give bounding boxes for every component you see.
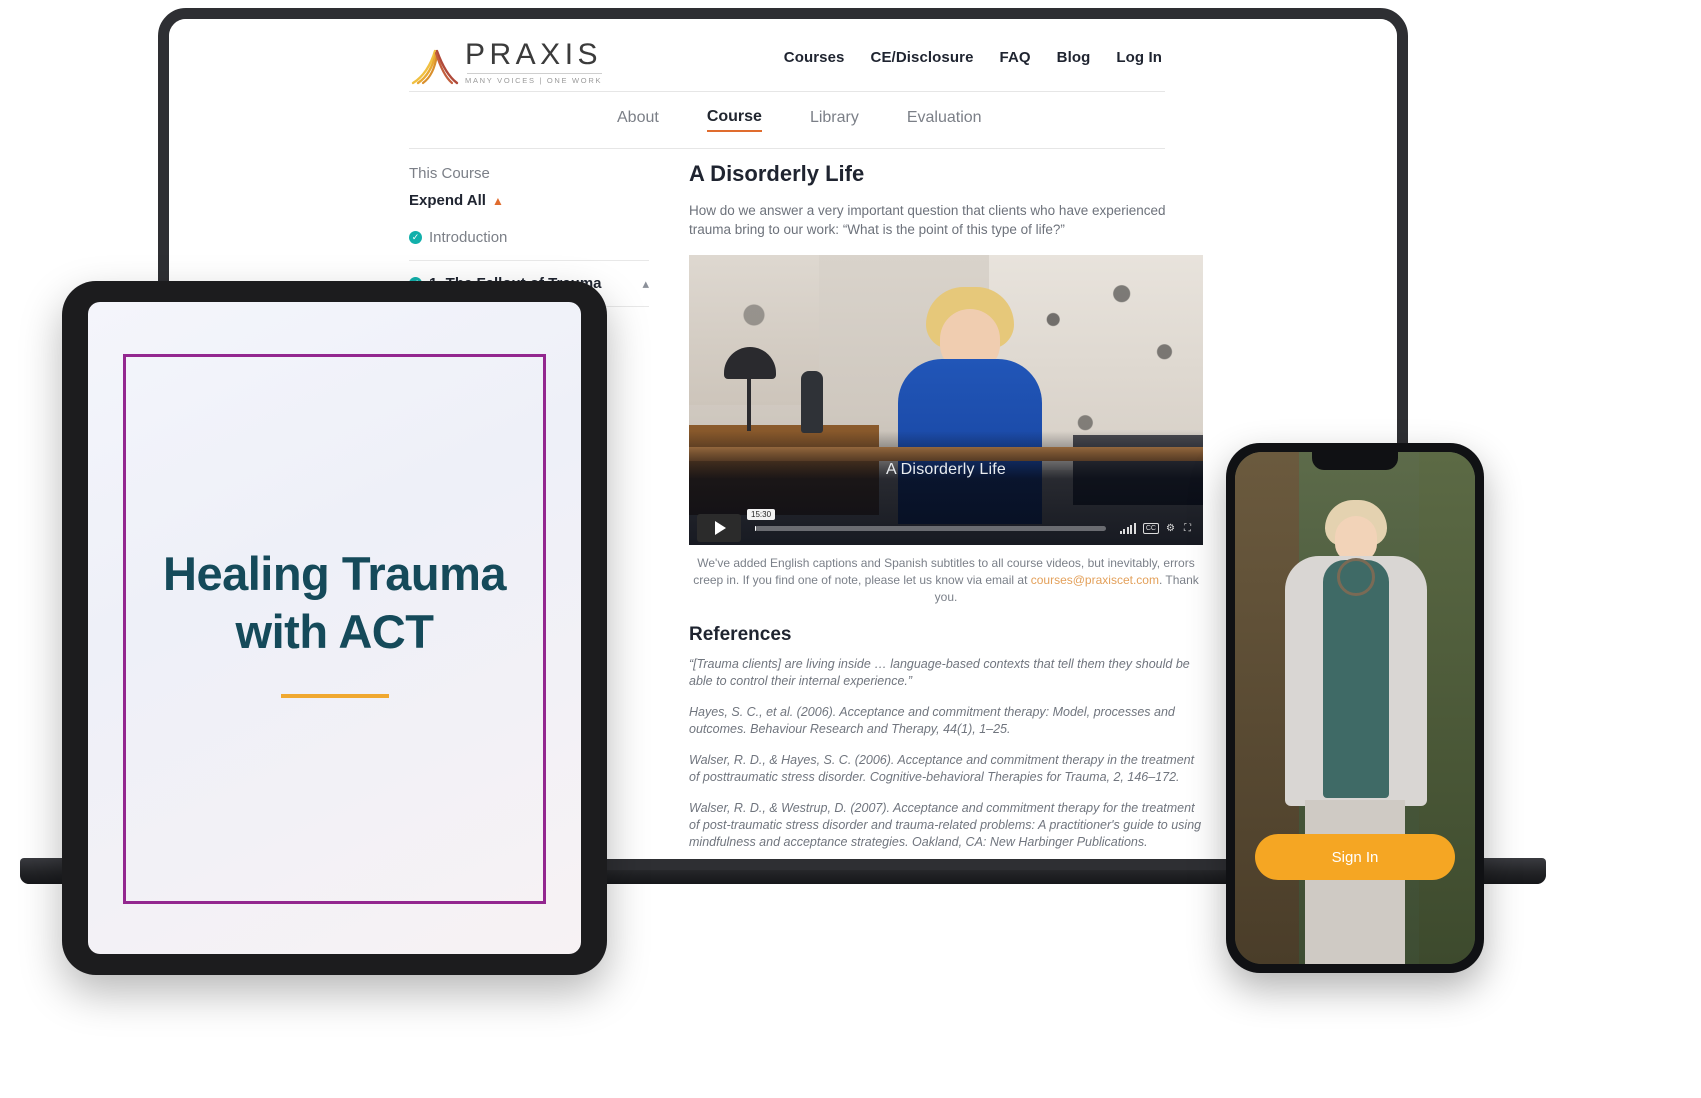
phone-person-pants: [1305, 800, 1405, 964]
check-circle-icon: ✓: [409, 231, 422, 244]
reference-item: Hayes, S. C., et al. (2006). Acceptance …: [689, 705, 1175, 736]
tablet-title-line-2: with ACT: [235, 605, 434, 658]
reference-quote: “[Trauma clients] are living inside … la…: [689, 657, 1190, 688]
fullscreen-icon[interactable]: ⛶: [1184, 523, 1195, 534]
gear-icon[interactable]: ⚙: [1166, 523, 1177, 534]
sidebar-divider: [409, 260, 649, 261]
course-main: A Disorderly Life How do we answer a ver…: [667, 159, 1203, 859]
expand-all-label: Expend All: [409, 192, 486, 209]
primary-nav: Courses CE/Disclosure FAQ Blog Log In: [784, 49, 1162, 66]
tab-evaluation[interactable]: Evaluation: [907, 109, 982, 131]
play-button[interactable]: [697, 514, 741, 542]
course-tabs: About Course Library Evaluation: [409, 92, 1165, 148]
phone-person-necklace: [1337, 558, 1375, 596]
lesson-intro-text: How do we answer a very important questi…: [689, 203, 1166, 237]
nav-item-faq[interactable]: FAQ: [1000, 49, 1031, 66]
tablet-slide-title: Healing Trauma with ACT: [88, 545, 581, 661]
tab-about[interactable]: About: [617, 109, 659, 131]
tablet-title-line-1: Healing Trauma: [163, 547, 507, 600]
tab-course[interactable]: Course: [706, 108, 762, 132]
phone-photo-person: [1271, 500, 1439, 964]
phone-notch: [1312, 452, 1398, 470]
praxis-peak-icon: [409, 47, 461, 85]
praxis-logo-text: PRAXIS MANY VOICES | ONE WORK: [465, 38, 603, 85]
expand-all-toggle[interactable]: Expend All ▲: [409, 192, 649, 209]
captions-icon[interactable]: CC: [1142, 522, 1159, 534]
subnav-divider: [409, 148, 1165, 149]
phone-screen: Sign In: [1235, 452, 1475, 964]
chevron-up-icon: ▲: [491, 193, 504, 208]
sign-in-button[interactable]: Sign In: [1255, 834, 1455, 880]
video-wall-art-left: [689, 255, 819, 405]
captions-note: We've added English captions and Spanish…: [689, 555, 1203, 606]
brand-name: PRAXIS: [465, 38, 603, 71]
reference-item: Walser, R. D., & Hayes, S. C. (2006). Ac…: [689, 753, 1195, 784]
nav-item-log-in[interactable]: Log In: [1116, 49, 1162, 66]
volume-icon[interactable]: [1119, 522, 1136, 534]
references-heading: References: [689, 624, 792, 645]
device-mockup-scene: PRAXIS MANY VOICES | ONE WORK Courses CE…: [0, 0, 1701, 1098]
logo-divider: [467, 73, 603, 74]
video-duration: 15:30: [747, 509, 776, 520]
phone-device: Sign In: [1226, 443, 1484, 973]
tablet-screen: Healing Trauma with ACT: [88, 302, 581, 954]
sidebar-item-label: Introduction: [429, 229, 508, 246]
video-controls-right: CC ⚙ ⛶: [1119, 522, 1195, 534]
tab-library[interactable]: Library: [810, 109, 859, 131]
praxis-logo[interactable]: PRAXIS MANY VOICES | ONE WORK: [409, 38, 603, 85]
video-figurine: [801, 371, 823, 433]
nav-item-courses[interactable]: Courses: [784, 49, 845, 66]
video-controls: 15:30 CC ⚙ ⛶: [689, 509, 1203, 545]
nav-item-ce-disclosure[interactable]: CE/Disclosure: [871, 49, 974, 66]
tablet-title-underline: [280, 694, 389, 698]
video-lamp-stem: [747, 375, 751, 431]
tablet-device: Healing Trauma with ACT: [62, 281, 607, 975]
video-overlay-title: A Disorderly Life: [886, 461, 1006, 478]
sidebar-item-introduction[interactable]: ✓ Introduction: [409, 223, 649, 252]
brand-tagline: MANY VOICES | ONE WORK: [465, 76, 603, 85]
video-progress-bar[interactable]: [755, 525, 1106, 531]
page-title: A Disorderly Life: [689, 161, 865, 186]
support-email-link[interactable]: courses@praxiscet.com: [1031, 573, 1159, 587]
video-player[interactable]: A Disorderly Life 15:30 CC ⚙ ⛶: [689, 255, 1203, 545]
chevron-up-icon[interactable]: ▴: [642, 276, 649, 292]
sidebar-heading: This Course: [409, 165, 490, 182]
site-header: PRAXIS MANY VOICES | ONE WORK Courses CE…: [169, 19, 1397, 87]
reference-item: Walser, R. D., & Westrup, D. (2007). Acc…: [689, 801, 1202, 849]
nav-item-blog[interactable]: Blog: [1057, 49, 1091, 66]
